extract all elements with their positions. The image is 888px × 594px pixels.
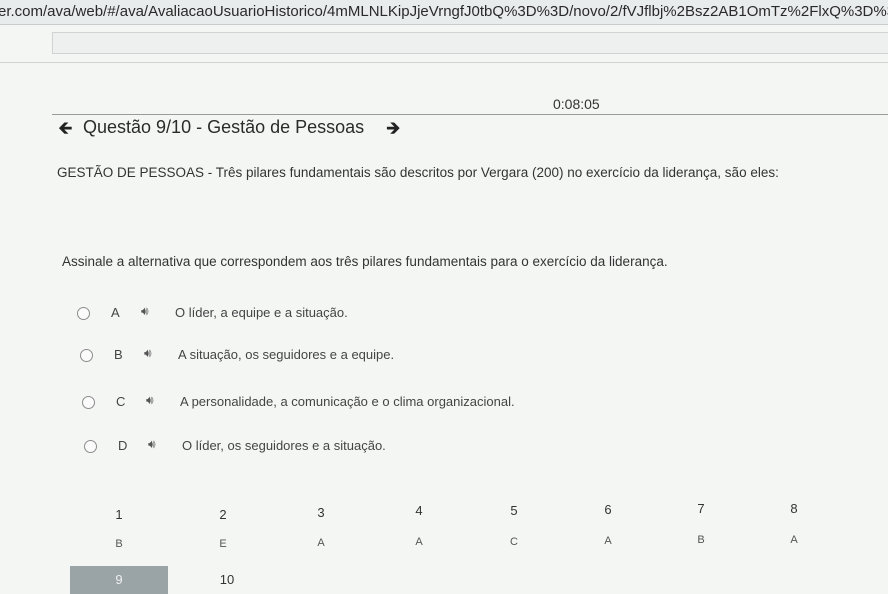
question-number: 2 xyxy=(219,507,227,522)
question-number: 7 xyxy=(697,501,705,516)
question-text: GESTÃO DE PESSOAS - Três pilares fundame… xyxy=(57,165,779,180)
question-nav-6[interactable]: 6 A xyxy=(559,502,657,547)
speaker-icon[interactable]: 🔊︎ xyxy=(144,346,152,361)
question-nav-5[interactable]: 5 C xyxy=(465,503,563,548)
question-number: 5 xyxy=(510,503,518,518)
question-nav-1[interactable]: 1 B xyxy=(70,507,168,550)
option-text: A personalidade, a comunicação e o clima… xyxy=(180,394,515,409)
option-text: O líder, os seguidores e a situação. xyxy=(182,438,386,453)
option-letter: D xyxy=(118,438,128,453)
question-nav-2[interactable]: 2 E xyxy=(174,507,272,550)
radio-button[interactable] xyxy=(82,396,95,409)
question-answer: C xyxy=(510,536,518,548)
question-number: 1 xyxy=(115,507,123,522)
question-answer: B xyxy=(697,534,705,546)
question-number: 6 xyxy=(604,502,612,517)
question-answer: B xyxy=(115,538,123,550)
option-text: O líder, a equipe e a situação. xyxy=(175,305,348,320)
question-answer: A xyxy=(415,536,423,548)
speaker-icon[interactable]: 🔊︎ xyxy=(148,437,156,452)
question-answer: A xyxy=(317,537,325,549)
question-title: Questão 9/10 - Gestão de Pessoas xyxy=(83,117,365,137)
question-nav-4[interactable]: 4 A xyxy=(370,503,468,548)
radio-button[interactable] xyxy=(77,307,90,320)
option-text: A situação, os seguidores e a equipe. xyxy=(178,347,395,362)
question-answer: A xyxy=(604,535,612,547)
radio-button[interactable] xyxy=(84,440,97,453)
arrow-left-icon[interactable]: 🡸 xyxy=(58,118,73,138)
question-number: 3 xyxy=(317,505,325,520)
question-number: 8 xyxy=(790,501,798,516)
option-letter: A xyxy=(111,305,120,320)
divider xyxy=(0,62,888,63)
question-nav-7[interactable]: 7 B xyxy=(652,501,750,546)
question-nav-10[interactable]: 10 xyxy=(178,572,276,587)
question-nav-3[interactable]: 3 A xyxy=(272,505,370,549)
radio-button[interactable] xyxy=(80,349,93,362)
option-letter: C xyxy=(116,394,126,409)
question-answer: E xyxy=(219,538,227,550)
arrow-right-icon[interactable]: 🡺 xyxy=(386,118,401,138)
option-letter: B xyxy=(114,347,123,362)
question-prompt: Assinale a alternativa que correspondem … xyxy=(62,254,668,269)
header-box xyxy=(52,32,888,54)
question-nav-8[interactable]: 8 A xyxy=(745,501,843,546)
url-text: er.com/ava/web/#/ava/AvaliacaoUsuarioHis… xyxy=(0,3,888,20)
question-divider xyxy=(52,114,888,115)
question-answer: A xyxy=(790,534,798,546)
address-bar[interactable]: er.com/ava/web/#/ava/AvaliacaoUsuarioHis… xyxy=(0,0,888,25)
speaker-icon[interactable]: 🔊︎ xyxy=(146,393,154,408)
question-number: 4 xyxy=(415,503,423,518)
question-nav-9-current[interactable]: 9 xyxy=(70,566,168,594)
exam-timer: 0:08:05 xyxy=(553,96,600,112)
speaker-icon[interactable]: 🔊︎ xyxy=(141,304,149,319)
